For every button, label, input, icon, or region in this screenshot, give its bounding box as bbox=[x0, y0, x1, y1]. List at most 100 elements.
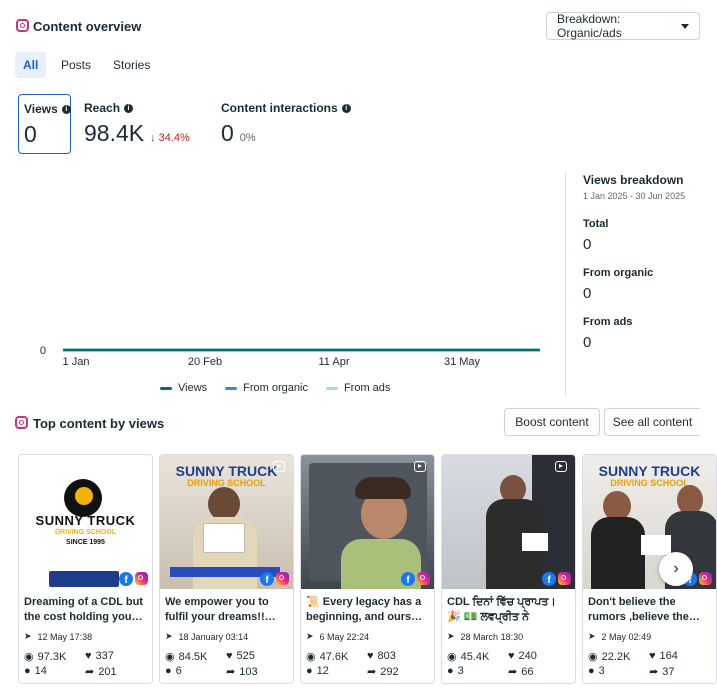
breakdown-total-label: Total bbox=[583, 218, 609, 230]
breakdown-range: 1 Jan 2025 - 30 Jun 2025 bbox=[583, 191, 686, 201]
y-tick-label: 0 bbox=[40, 345, 46, 357]
views-label: Views bbox=[24, 102, 58, 116]
next-arrow-button[interactable]: › bbox=[659, 552, 693, 586]
views-breakdown: Views breakdown 1 Jan 2025 - 30 Jun 2025… bbox=[583, 173, 685, 351]
reach-metric[interactable]: Reach i 98.4K ↓ 34.4% bbox=[84, 101, 190, 147]
x-tick-label: 1 Jan bbox=[63, 356, 90, 368]
eye-icon: ◉ bbox=[588, 651, 598, 663]
post-thumbnail[interactable]: SUNNY TRUCK DRIVING SCHOOL SINCE 1995 f bbox=[19, 455, 152, 589]
heart-icon: ♥ bbox=[508, 650, 515, 662]
content-card[interactable]: SUNNY TRUCK DRIVING SCHOOL SINCE 1995 f Drea… bbox=[18, 454, 153, 684]
see-all-content-button[interactable]: See all content bbox=[604, 408, 700, 436]
content-card[interactable]: f 📜 Every legacy has a beginning, and our… bbox=[300, 454, 435, 684]
post-date: 12 May 17:38 bbox=[37, 631, 93, 642]
views-stat: ◉ 97.3K bbox=[24, 650, 67, 664]
breakdown-total-value: 0 bbox=[583, 236, 592, 253]
post-date: 6 May 22:24 bbox=[319, 631, 370, 642]
breakdown-organic-value: 0 bbox=[583, 285, 592, 302]
post-date: 18 January 03:14 bbox=[178, 631, 249, 642]
interactions-label: Content interactions bbox=[221, 101, 338, 115]
heart-icon: ♥ bbox=[649, 650, 656, 662]
post-caption: We empower you to fulfil your dreams!!… bbox=[165, 596, 276, 623]
pin-icon: ➤ bbox=[588, 631, 596, 641]
post-thumbnail[interactable]: SUNNY TRUCK DRIVING SCHOOL f bbox=[583, 455, 716, 589]
breakdown-ads-value: 0 bbox=[583, 334, 592, 351]
views-stat: ◉ 45.4K bbox=[447, 650, 490, 664]
interactions-metric[interactable]: Content interactions i 0 0% bbox=[221, 101, 351, 147]
share-icon: ➦ bbox=[226, 666, 236, 678]
instagram-icon bbox=[699, 572, 712, 585]
legend-item-ads[interactable]: From ads bbox=[325, 382, 390, 394]
top-content-title: Top content by views bbox=[33, 416, 165, 431]
shares-stat: ➦ 201 bbox=[85, 665, 117, 679]
tab-all[interactable]: All bbox=[15, 52, 46, 78]
breakdown-ads-label: From ads bbox=[583, 316, 633, 328]
content-card[interactable]: SUNNY TRUCK DRIVING SCHOOL f We empower you… bbox=[159, 454, 294, 684]
content-card[interactable]: f CDL ਦਿਨਾਂ ਵਿੱਚ ਪ੍ਰਾਪਤ। 🎉 💵 ਲਵਪ੍ਰੀਤ ਨੇ ਆ… bbox=[441, 454, 576, 684]
views-metric-tile[interactable]: Views i 0 bbox=[18, 94, 71, 154]
post-thumbnail[interactable]: f bbox=[442, 455, 575, 589]
likes-stat: ♥ 240 bbox=[508, 650, 537, 662]
post-caption: CDL ਦਿਨਾਂ ਵਿੱਚ ਪ੍ਰਾਪਤ। 🎉 💵 ਲਵਪ੍ਰੀਤ ਨੇ ਆਪ… bbox=[447, 596, 556, 623]
post-thumbnail[interactable]: f bbox=[301, 455, 434, 589]
comment-icon: ● bbox=[588, 665, 595, 677]
breakdown-dropdown[interactable]: Breakdown: Organic/ads bbox=[546, 12, 700, 40]
chart-legend: Views From organic From ads bbox=[160, 382, 390, 394]
instagram-icon bbox=[558, 572, 571, 585]
pin-icon: ➤ bbox=[24, 631, 32, 641]
comment-icon: ● bbox=[165, 665, 172, 677]
post-date: 28 March 18:30 bbox=[460, 631, 524, 642]
breakdown-dropdown-label: Breakdown: Organic/ads bbox=[557, 12, 622, 40]
comments-stat: ● 6 bbox=[165, 665, 182, 677]
views-stat: ◉ 22.2K bbox=[588, 650, 631, 664]
instagram-icon bbox=[16, 19, 29, 35]
post-thumbnail[interactable]: SUNNY TRUCK DRIVING SCHOOL f bbox=[160, 455, 293, 589]
post-caption: 📜 Every legacy has a beginning, and ours… bbox=[306, 596, 423, 623]
interactions-value: 0 bbox=[221, 120, 234, 146]
divider bbox=[565, 172, 566, 397]
share-icon: ➦ bbox=[367, 666, 377, 678]
legend-item-organic[interactable]: From organic bbox=[225, 382, 308, 394]
likes-stat: ♥ 803 bbox=[367, 650, 396, 662]
pin-icon: ➤ bbox=[447, 631, 455, 641]
shares-stat: ➦ 66 bbox=[508, 665, 534, 679]
tab-posts[interactable]: Posts bbox=[53, 52, 99, 78]
reel-icon bbox=[273, 461, 285, 472]
comment-icon: ● bbox=[447, 665, 454, 677]
info-icon: i bbox=[61, 104, 71, 114]
share-icon: ➦ bbox=[508, 666, 518, 678]
facebook-icon: f bbox=[542, 572, 556, 586]
post-caption: Don't believe the rumors ,believe the… bbox=[588, 596, 700, 623]
views-stat: ◉ 47.6K bbox=[306, 650, 349, 664]
shares-stat: ➦ 292 bbox=[367, 665, 399, 679]
arrow-down-icon: ↓ bbox=[150, 132, 156, 144]
share-icon: ➦ bbox=[649, 666, 659, 678]
boost-content-button[interactable]: Boost content bbox=[504, 408, 600, 436]
info-icon: i bbox=[341, 103, 351, 113]
content-card[interactable]: SUNNY TRUCK DRIVING SCHOOL f Don't believe … bbox=[582, 454, 717, 684]
comments-stat: ● 14 bbox=[24, 665, 47, 677]
reach-value: 98.4K bbox=[84, 120, 145, 146]
legend-item-views[interactable]: Views bbox=[160, 382, 207, 394]
comments-stat: ● 3 bbox=[588, 665, 605, 677]
chevron-down-icon bbox=[681, 23, 689, 29]
reach-label: Reach bbox=[84, 101, 121, 115]
heart-icon: ♥ bbox=[367, 650, 374, 662]
reach-change: 34.4% bbox=[158, 132, 190, 144]
chevron-right-icon: › bbox=[673, 560, 679, 577]
tab-stories[interactable]: Stories bbox=[105, 52, 158, 78]
shares-stat: ➦ 103 bbox=[226, 665, 258, 679]
post-caption: Dreaming of a CDL but the cost holding y… bbox=[24, 596, 143, 623]
facebook-icon: f bbox=[401, 572, 415, 586]
likes-stat: ♥ 525 bbox=[226, 650, 255, 662]
breakdown-title: Views breakdown bbox=[583, 173, 684, 187]
views-value: 0 bbox=[24, 121, 37, 147]
eye-icon: ◉ bbox=[447, 651, 457, 663]
comment-icon: ● bbox=[24, 665, 31, 677]
heart-icon: ♥ bbox=[85, 650, 92, 662]
views-stat: ◉ 84.5K bbox=[165, 650, 208, 664]
breakdown-organic-label: From organic bbox=[583, 267, 654, 279]
comments-stat: ● 3 bbox=[447, 665, 464, 677]
content-overview-title: Content overview bbox=[33, 19, 142, 34]
eye-icon: ◉ bbox=[165, 651, 175, 663]
